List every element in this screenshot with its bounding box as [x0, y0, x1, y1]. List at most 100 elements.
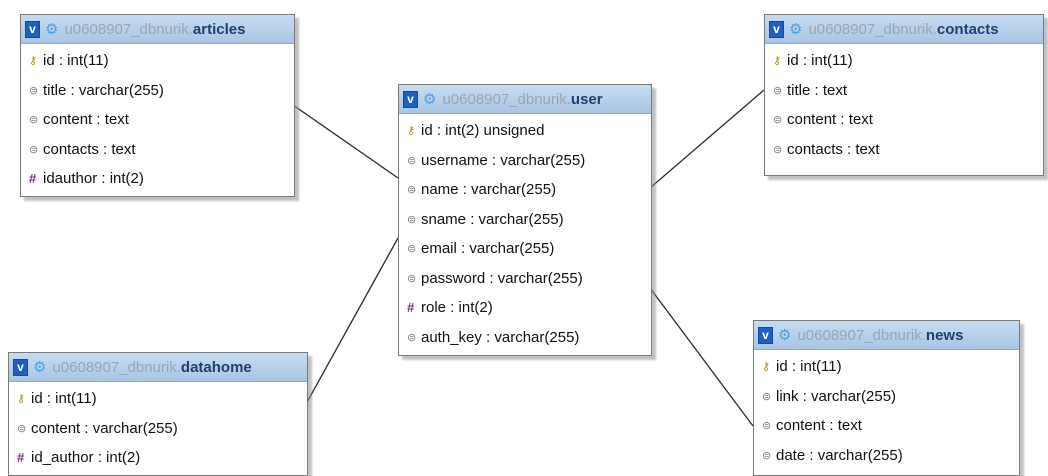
text-column-icon: ⊜: [773, 84, 783, 97]
column-row[interactable]: ⊜ sname : varchar(255): [399, 205, 651, 235]
column-row[interactable]: ⊜ title : varchar(255): [21, 76, 294, 106]
column-label: id : int(2) unsigned: [421, 122, 545, 140]
table-header[interactable]: v ⚙ u0608907_dbnurik. contacts: [765, 15, 1043, 44]
text-column-icon: ⊜: [762, 390, 772, 403]
gear-icon[interactable]: ⚙: [423, 90, 436, 108]
gear-icon[interactable]: ⚙: [45, 20, 58, 38]
text-column-icon: ⊜: [773, 114, 783, 127]
column-row[interactable]: ⊜ contacts : text: [21, 135, 294, 165]
toggle-columns-icon[interactable]: v: [758, 326, 773, 344]
table-header[interactable]: v ⚙ u0608907_dbnurik. user: [399, 85, 651, 114]
column-row[interactable]: ⊜ password : varchar(255): [399, 264, 651, 294]
column-row[interactable]: ⊜ content : text: [754, 411, 1019, 441]
text-column-icon: ⊜: [407, 184, 417, 197]
table-name: news: [925, 326, 964, 344]
column-row[interactable]: ⚷ id : int(11): [9, 384, 307, 414]
column-list: ⚷ id : int(11) ⊜ title : text ⊜ content : tex…: [765, 44, 1043, 164]
column-label: name : varchar(255): [421, 181, 557, 199]
column-label: contacts : text: [787, 140, 880, 158]
table-user[interactable]: v ⚙ u0608907_dbnurik. user ⚷ id : int(2) unsi…: [398, 84, 652, 356]
column-row[interactable]: # role : int(2): [399, 293, 651, 323]
column-list: ⚷ id : int(11) ⊜ content : varchar(255) # id_…: [9, 382, 307, 473]
column-row[interactable]: ⚷ id : int(2) unsigned: [399, 116, 651, 146]
column-label: password : varchar(255): [421, 269, 583, 287]
table-news[interactable]: v ⚙ u0608907_dbnurik. news ⚷ id : int(11) ⊜ lin…: [753, 320, 1020, 476]
column-label: link : varchar(255): [776, 387, 897, 405]
key-icon: ⚷: [762, 361, 771, 374]
text-column-icon: ⊜: [407, 154, 417, 167]
table-name: articles: [192, 20, 246, 38]
column-label: id : int(11): [31, 390, 97, 408]
column-row[interactable]: ⊜ link : varchar(255): [754, 382, 1019, 412]
gear-icon[interactable]: ⚙: [789, 20, 802, 38]
text-column-icon: ⊜: [407, 213, 417, 226]
column-row[interactable]: ⊜ contacts : text: [765, 135, 1043, 165]
column-row[interactable]: ⊜ name : varchar(255): [399, 175, 651, 205]
numeric-column-icon: #: [29, 171, 37, 187]
column-label: role : int(2): [421, 299, 493, 317]
column-row[interactable]: ⊜ content : text: [21, 105, 294, 135]
gear-icon[interactable]: ⚙: [778, 326, 791, 344]
column-row[interactable]: ⚷ id : int(11): [754, 352, 1019, 382]
column-row[interactable]: ⚷ id : int(11): [765, 46, 1043, 76]
column-list: ⚷ id : int(2) unsigned ⊜ username : varchar…: [399, 114, 651, 352]
column-label: id : int(11): [43, 52, 109, 70]
relation-line-contacts-user: [649, 89, 765, 189]
text-column-icon: ⊜: [407, 331, 417, 344]
column-label: email : varchar(255): [421, 240, 555, 258]
column-row[interactable]: ⊜ auth_key : varchar(255): [399, 323, 651, 353]
key-icon: ⚷: [407, 125, 416, 138]
column-label: title : text: [787, 81, 848, 99]
table-name: contacts: [936, 20, 999, 38]
relation-line-articles-user: [292, 104, 399, 179]
column-row[interactable]: ⊜ date : varchar(255): [754, 441, 1019, 471]
database-name: u0608907_dbnurik.: [808, 20, 937, 38]
text-column-icon: ⊜: [29, 143, 39, 156]
table-articles[interactable]: v ⚙ u0608907_dbnurik. articles ⚷ id : int(11)…: [20, 14, 295, 197]
column-label: id : int(11): [787, 52, 853, 70]
table-header[interactable]: v ⚙ u0608907_dbnurik. datahome: [9, 353, 307, 382]
column-label: date : varchar(255): [776, 446, 903, 464]
table-contacts[interactable]: v ⚙ u0608907_dbnurik. contacts ⚷ id : int(11)…: [764, 14, 1044, 176]
column-row[interactable]: ⊜ title : text: [765, 76, 1043, 106]
text-column-icon: ⊜: [17, 422, 27, 435]
table-datahome[interactable]: v ⚙ u0608907_dbnurik. datahome ⚷ id : int(11)…: [8, 352, 308, 476]
column-label: content : text: [43, 111, 129, 129]
column-row[interactable]: ⊜ content : varchar(255): [9, 414, 307, 444]
table-name: datahome: [180, 358, 252, 376]
table-header[interactable]: v ⚙ u0608907_dbnurik. news: [754, 321, 1019, 350]
column-label: id_author : int(2): [31, 449, 141, 467]
column-list: ⚷ id : int(11) ⊜ title : varchar(255) ⊜ conte…: [21, 44, 294, 194]
toggle-columns-icon[interactable]: v: [13, 358, 28, 376]
column-row[interactable]: ⊜ content : text: [765, 105, 1043, 135]
database-name: u0608907_dbnurik.: [797, 326, 926, 344]
text-column-icon: ⊜: [407, 243, 417, 256]
key-icon: ⚷: [29, 55, 38, 68]
table-header[interactable]: v ⚙ u0608907_dbnurik. articles: [21, 15, 294, 44]
text-column-icon: ⊜: [762, 420, 772, 433]
column-label: title : varchar(255): [43, 81, 164, 99]
column-row[interactable]: ⊜ username : varchar(255): [399, 146, 651, 176]
gear-icon[interactable]: ⚙: [33, 358, 46, 376]
text-column-icon: ⊜: [29, 114, 39, 127]
column-row[interactable]: # id_author : int(2): [9, 443, 307, 473]
schema-designer-canvas: v ⚙ u0608907_dbnurik. articles ⚷ id : int(11)…: [0, 0, 1048, 476]
table-name: user: [570, 90, 603, 108]
toggle-columns-icon[interactable]: v: [403, 90, 418, 108]
toggle-columns-icon[interactable]: v: [25, 20, 40, 38]
column-row[interactable]: ⊜ email : varchar(255): [399, 234, 651, 264]
column-label: auth_key : varchar(255): [421, 328, 580, 346]
column-label: id : int(11): [776, 358, 842, 376]
column-label: sname : varchar(255): [421, 210, 564, 228]
text-column-icon: ⊜: [773, 143, 783, 156]
toggle-columns-icon[interactable]: v: [769, 20, 784, 38]
column-label: idauthor : int(2): [43, 170, 144, 188]
column-label: username : varchar(255): [421, 151, 586, 169]
text-column-icon: ⊜: [762, 449, 772, 462]
relation-line-news-user: [649, 287, 754, 427]
column-row[interactable]: ⚷ id : int(11): [21, 46, 294, 76]
text-column-icon: ⊜: [407, 272, 417, 285]
database-name: u0608907_dbnurik.: [442, 90, 571, 108]
column-label: contacts : text: [43, 140, 136, 158]
column-row[interactable]: # idauthor : int(2): [21, 164, 294, 194]
